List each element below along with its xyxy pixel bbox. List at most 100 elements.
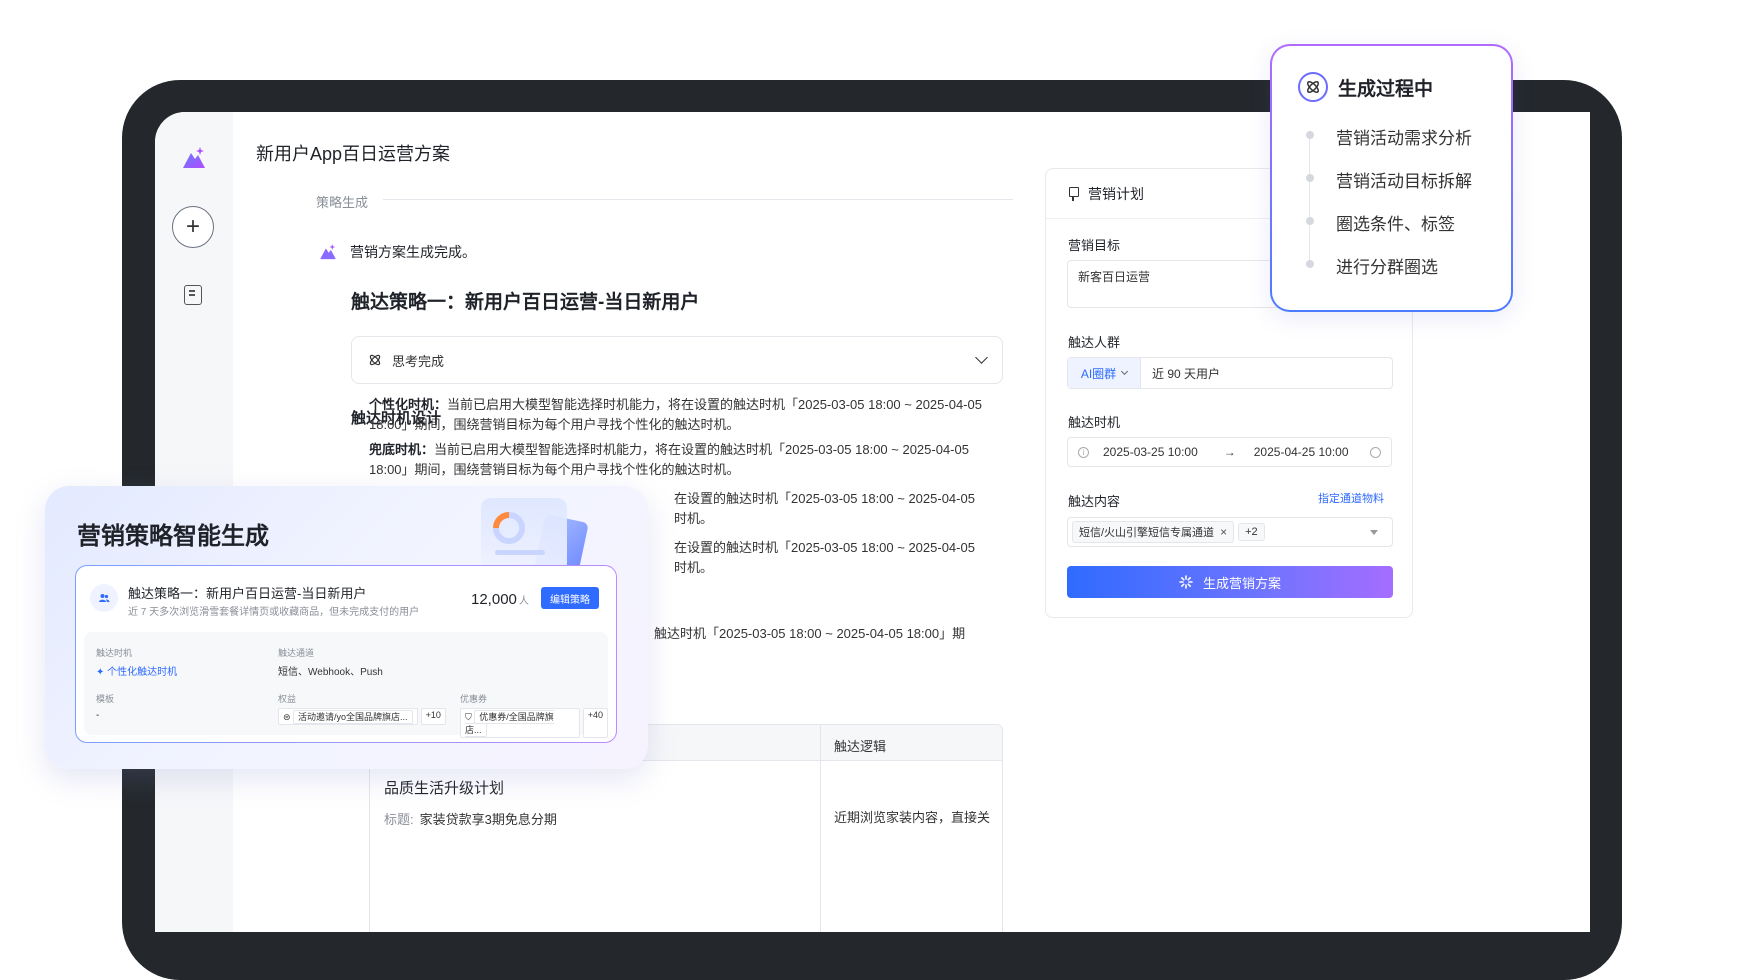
strategy-title: 触达策略一：新用户百日运营-当日新用户 (351, 292, 700, 313)
new-chat-button[interactable]: + (172, 206, 214, 248)
atom-icon (1298, 72, 1328, 102)
content-label: 触达内容 (1068, 494, 1121, 509)
table-row-title: 品质生活升级计划 (384, 780, 505, 797)
audience-count-value: 12,000 (471, 591, 517, 608)
paragraph-3-line2: 时机。 (674, 511, 714, 526)
arrow-right-icon: → (1223, 445, 1236, 459)
coupon-tag-text: 优惠券/全国品牌旗店... (465, 710, 554, 737)
summary-title: 触达策略一：新用户百日运营-当日新用户 (128, 586, 367, 601)
app-logo-icon[interactable] (180, 144, 208, 172)
section-divider (383, 199, 1013, 200)
row-sub-key: 标题: (384, 812, 414, 827)
paragraph-key: 个性化时机： (369, 397, 448, 412)
process-step: 进行分群圈选 (1336, 258, 1438, 277)
detail-value-template: - (96, 710, 100, 721)
paragraph-4-line1: 在设置的触达时机「2025-03-05 18:00 ~ 2025-04-05 (674, 540, 975, 555)
document-title: 新用户App百日运营方案 (256, 144, 451, 164)
rights-more-tag: +10 (420, 708, 446, 725)
detail-label: 优惠券 (460, 694, 488, 704)
ai-status-line: 营销方案生成完成。 (318, 242, 476, 262)
step-dot (1306, 131, 1314, 139)
audience-count-unit: 人 (518, 596, 529, 607)
strategy-summary-card[interactable]: 触达策略一：新用户百日运营-当日新用户 近 7 天多次浏览滑雪套餐详情页或收藏商… (75, 565, 617, 743)
process-title-text: 生成过程中 (1338, 78, 1434, 100)
paragraph-fallback: 兜底时机：当前已启用大模型智能选择时机能力，将在设置的触达时机「2025-03-… (369, 440, 1005, 480)
users-icon (90, 584, 118, 612)
time-label: 触达时机 (1068, 415, 1121, 430)
generate-plan-button[interactable]: 生成营销方案 (1067, 566, 1393, 598)
generation-process-card: 生成过程中 营销活动需求分析 营销活动目标拆解 圈选条件、标签 进行分群圈选 (1270, 44, 1513, 312)
audience-count: 12,000 人 (471, 591, 529, 608)
detail-label: 模板 (96, 694, 115, 704)
dropdown-arrow-icon (1370, 529, 1378, 535)
strategy-details-grid: 触达时机 ✦ 个性化触达时机 触达通道 短信、Webhook、Push 模板 -… (84, 632, 608, 738)
chevron-down-icon (1121, 367, 1129, 376)
column-divider (820, 725, 821, 932)
timing-value-text: 个性化触达时机 (107, 667, 178, 678)
row-sub-value: 家装贷款享3期免息分期 (419, 812, 557, 827)
history-book-icon[interactable] (184, 285, 202, 305)
coupon-tag: ⛉ 优惠券/全国品牌旗店... (460, 708, 580, 738)
content-tag-label: 短信/火山引擎短信专属通道 (1079, 527, 1215, 539)
process-title: 生成过程中 (1298, 72, 1433, 102)
edit-strategy-button[interactable]: 编辑策略 (541, 587, 599, 609)
detail-value-timing: ✦ 个性化触达时机 (96, 663, 177, 678)
coupon-more-tag: +40 (582, 708, 608, 738)
think-label: 思考完成 (392, 353, 445, 369)
detail-label: 触达通道 (278, 648, 315, 658)
section-label: 策略生成 (316, 195, 369, 210)
rights-tags: ⊜ 活动邀请/yo全国品牌旗店... +10 (278, 708, 446, 725)
content-select[interactable]: 短信/火山引擎短信专属通道 × +2 (1067, 517, 1393, 547)
summary-subtitle: 近 7 天多次浏览滑雪套餐详情页或收藏商品，但未完成支付的用户 (128, 607, 420, 618)
paragraph-personal: 个性化时机：当前已启用大模型智能选择时机能力，将在设置的触达时机「2025-03… (369, 395, 1005, 435)
coupon-tags: ⛉ 优惠券/全国品牌旗店... +40 (460, 708, 608, 738)
detail-value-channel: 短信、Webhook、Push (278, 667, 383, 678)
process-step: 营销活动需求分析 (1336, 129, 1472, 148)
clock-icon (1370, 446, 1381, 458)
crowd-mode-select[interactable]: AI圈群 (1068, 358, 1141, 388)
paragraph-5-line1: 触达时机「2025-03-05 18:00 ~ 2025-04-05 18:00… (654, 626, 966, 641)
rights-tag: ⊜ 活动邀请/yo全国品牌旗店... (278, 708, 418, 725)
time-end[interactable]: 2025-04-25 10:00 (1254, 445, 1349, 459)
detail-label: 权益 (278, 694, 297, 704)
step-dot (1306, 260, 1314, 268)
paragraph-text: 当前已启用大模型智能选择时机能力，将在设置的触达时机「2025-03-05 18… (369, 442, 969, 477)
crowd-mode-value: AI圈群 (1080, 366, 1117, 381)
sparkle-icon: ✦ (96, 667, 108, 678)
detail-label: 触达时机 (96, 648, 133, 658)
specify-material-link[interactable]: 指定通道物料 (1318, 490, 1384, 506)
ai-avatar-icon (320, 244, 336, 260)
chevron-down-icon (975, 351, 988, 364)
thinking-collapse[interactable]: 思考完成 (351, 336, 1003, 384)
time-range-picker[interactable]: i 2025-03-25 10:00 → 2025-04-25 10:00 (1067, 437, 1392, 467)
paragraph-4-line2: 时机。 (674, 560, 714, 575)
crowd-input[interactable]: 近 90 天用户 (1141, 365, 1220, 382)
crowd-label: 触达人群 (1068, 335, 1121, 350)
rights-tag-text: 活动邀请/yo全国品牌旗店... (293, 710, 413, 724)
close-icon[interactable]: × (1220, 525, 1227, 539)
content-tag: 短信/火山引擎短信专属通道 × (1072, 521, 1235, 543)
paragraph-text: 当前已启用大模型智能选择时机能力，将在设置的触达时机「2025-03-05 18… (369, 397, 982, 432)
step-dot (1306, 217, 1314, 225)
table-row-subtitle: 标题: 家装贷款享3期免息分期 (384, 809, 557, 828)
process-timeline (1309, 136, 1310, 266)
step-dot (1306, 174, 1314, 182)
goal-label: 营销目标 (1068, 238, 1121, 253)
plan-header-label: 营销计划 (1088, 185, 1144, 202)
atom-icon (369, 354, 381, 366)
pin-icon[interactable] (1068, 186, 1079, 201)
smart-title: 营销策略智能生成 (77, 523, 269, 550)
smart-strategy-card: 营销策略智能生成 触达策略一：新用户百日运营-当日新用户 近 7 天多次浏览滑雪… (45, 486, 648, 769)
table-header-logic: 触达逻辑 (834, 739, 887, 754)
crowd-field: AI圈群 近 90 天用户 (1067, 357, 1393, 389)
time-start[interactable]: 2025-03-25 10:00 (1103, 445, 1198, 459)
content-more-tag: +2 (1238, 523, 1265, 541)
table-row-logic: 近期浏览家装内容，直接关 (834, 810, 991, 825)
ai-status-text: 营销方案生成完成。 (350, 244, 476, 260)
loading-spinner-icon (1179, 575, 1193, 589)
process-step: 圈选条件、标签 (1336, 215, 1455, 234)
info-icon: i (1078, 446, 1089, 458)
paragraph-key: 兜底时机： (369, 442, 435, 457)
strategy-summary-header: 触达策略一：新用户百日运营-当日新用户 近 7 天多次浏览滑雪套餐详情页或收藏商… (90, 580, 602, 624)
generate-button-label: 生成营销方案 (1202, 575, 1281, 591)
